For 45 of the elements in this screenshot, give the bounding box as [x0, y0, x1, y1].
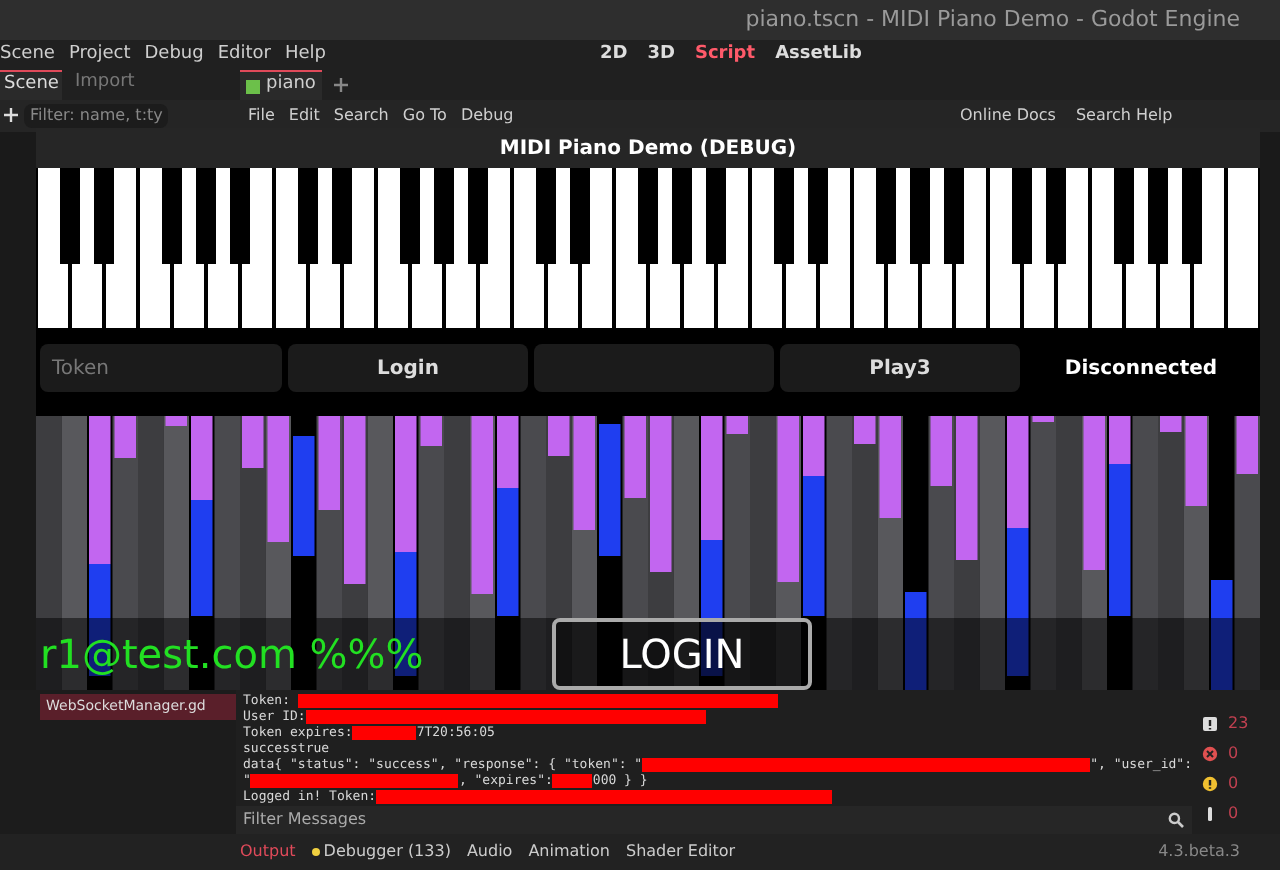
connection-status: Disconnected: [1062, 355, 1220, 383]
scene-icon: [246, 79, 260, 94]
email-text: r1@test.com %%%: [38, 628, 426, 682]
game-button[interactable]: Play3: [780, 344, 1020, 392]
editor-tab[interactable]: piano: [240, 70, 322, 100]
dock-tab[interactable]: Scene: [0, 70, 63, 100]
add-tab-icon[interactable]: [333, 78, 348, 93]
messages-icon[interactable]: [1201, 716, 1218, 733]
count-label: 0: [1227, 742, 1239, 767]
menu-item[interactable]: File: [248, 103, 275, 128]
panel-tab[interactable]: Animation: [528, 840, 610, 865]
count-label: 0: [1227, 802, 1239, 827]
menu-item[interactable]: Help: [285, 42, 327, 70]
workspace-tab[interactable]: 3D: [647, 42, 675, 70]
token-field[interactable]: Token: [40, 344, 282, 392]
errors-icon[interactable]: [1201, 746, 1218, 763]
search-icon: [1167, 812, 1184, 829]
count-label: 0: [1227, 772, 1239, 797]
menu-item[interactable]: Editor: [217, 42, 271, 70]
dock-tab[interactable]: Import: [70, 70, 139, 100]
menu-item[interactable]: Go To: [402, 103, 447, 128]
login-button[interactable]: LOGIN: [552, 618, 812, 690]
window-title: piano.tscn - MIDI Piano Demo - Godot Engine: [745, 3, 1240, 36]
menu-item[interactable]: Search: [333, 103, 389, 128]
menu-item[interactable]: Scene: [0, 42, 55, 70]
add-icon[interactable]: [4, 108, 18, 123]
count-label: 23: [1227, 712, 1249, 737]
menu-item[interactable]: Project: [68, 42, 131, 70]
workspace-tab[interactable]: Script: [694, 42, 756, 70]
help-link[interactable]: Search Help: [1075, 103, 1173, 128]
game-button[interactable]: Login: [288, 344, 528, 392]
version-label: 4.3.beta.3: [1158, 840, 1242, 865]
workspace-tab[interactable]: 2D: [600, 42, 628, 70]
help-link[interactable]: Online Docs: [960, 103, 1056, 128]
menu-item[interactable]: Debug: [460, 103, 514, 128]
warnings-icon[interactable]: [1201, 776, 1218, 793]
filter-field[interactable]: Filter: name, t:ty: [24, 103, 169, 128]
panel-tab[interactable]: Output: [240, 840, 296, 865]
panel-tab[interactable]: Debugger (133): [311, 840, 451, 865]
game-window-title: MIDI Piano Demo (DEBUG): [499, 135, 797, 163]
panel-tab[interactable]: Audio: [466, 840, 513, 865]
menu-item[interactable]: Debug: [144, 42, 204, 70]
menu-item[interactable]: Edit: [288, 103, 320, 128]
workspace-tab[interactable]: AssetLib: [775, 42, 862, 70]
panel-tab[interactable]: Shader Editor: [626, 840, 736, 865]
